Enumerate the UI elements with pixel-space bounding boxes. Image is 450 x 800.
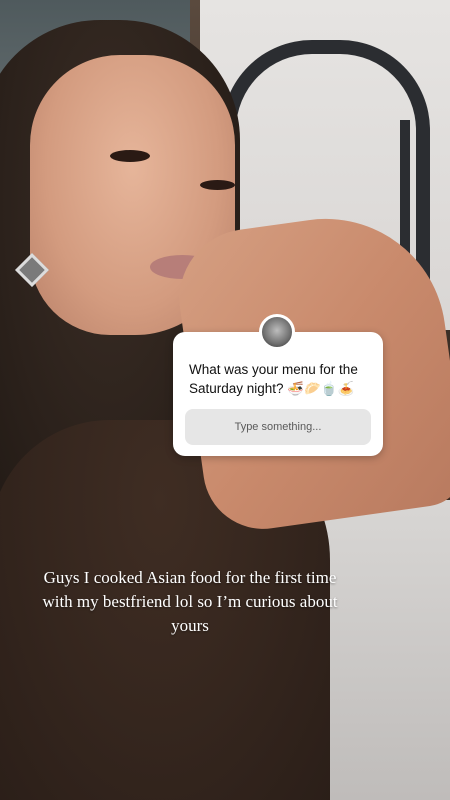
question-text: What was your menu for the Saturday nigh…	[189, 362, 358, 396]
question-sticker[interactable]: What was your menu for the Saturday nigh…	[173, 332, 383, 456]
story-caption: Guys I cooked Asian food for the first t…	[42, 568, 338, 635]
person-eye	[110, 150, 150, 162]
avatar-icon	[259, 314, 295, 350]
person-eye	[200, 180, 235, 190]
answer-input[interactable]: Type something...	[185, 409, 371, 445]
story-view: What was your menu for the Saturday nigh…	[0, 0, 450, 800]
